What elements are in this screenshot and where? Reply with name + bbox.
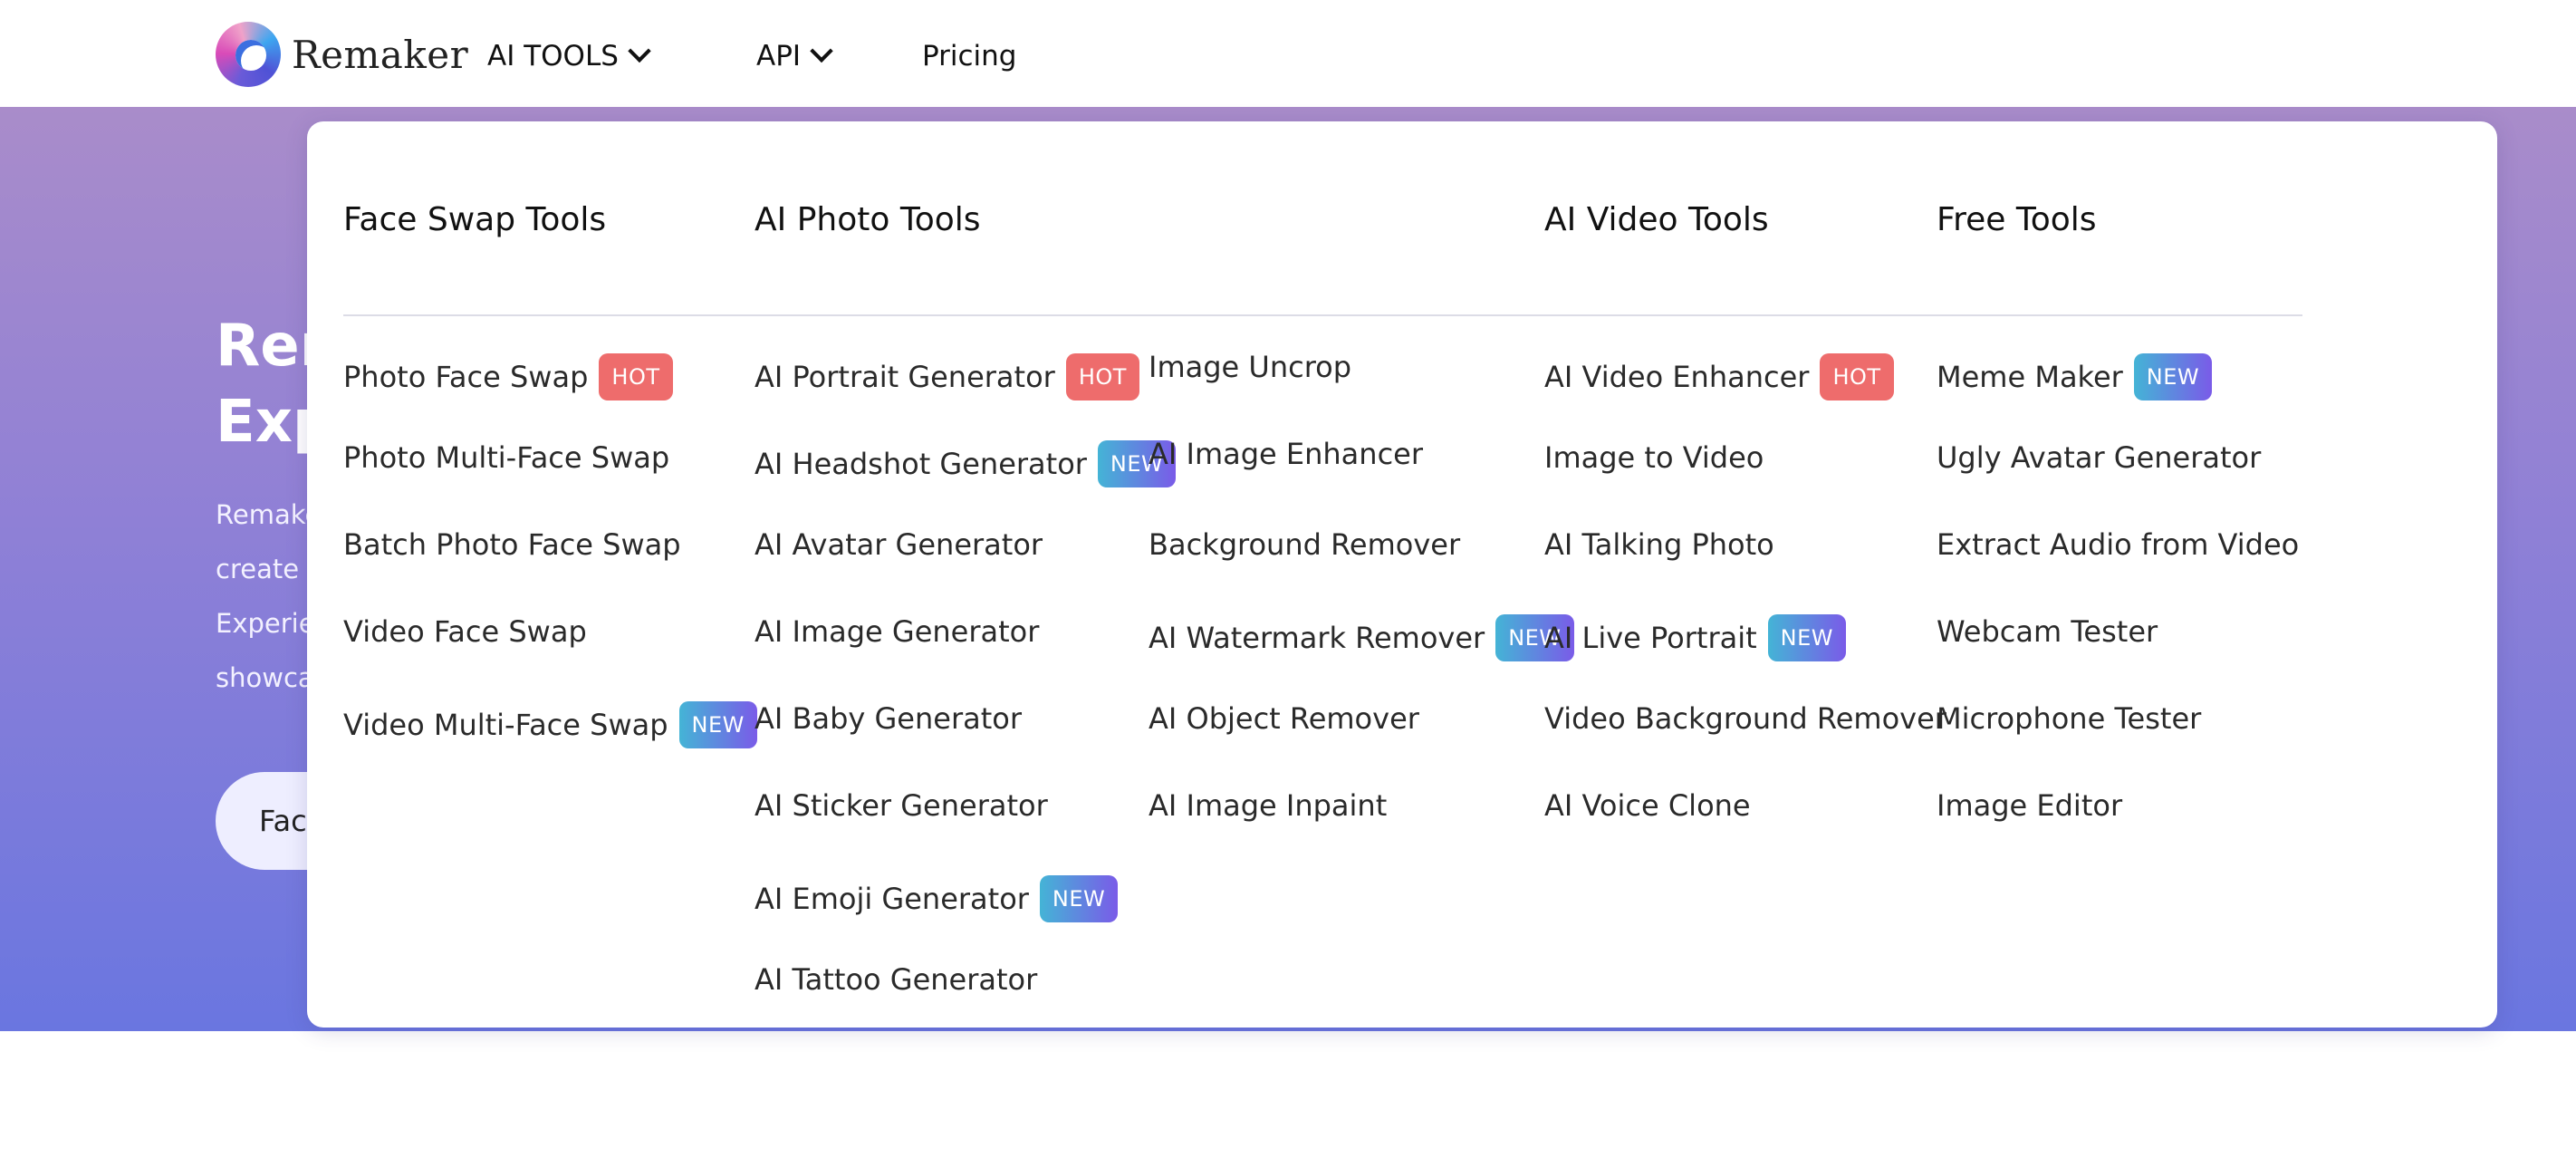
menu-item-background-remover[interactable]: Background Remover [1149,527,1460,562]
hot-badge: HOT [1820,353,1894,400]
logo[interactable]: Remaker [216,22,468,87]
menu-item-ai-image-enhancer[interactable]: AI Image Enhancer [1149,437,1423,471]
menu-item-ai-portrait-generator[interactable]: AI Portrait Generator HOT [755,353,1139,400]
ai-tools-dropdown-panel: Face Swap Tools AI Photo Tools AI Video … [307,121,2497,1028]
logo-text: Remaker [292,32,469,77]
remaker-logo-icon [216,22,281,87]
menu-item-image-editor[interactable]: Image Editor [1937,788,2122,823]
menu-item-photo-face-swap[interactable]: Photo Face Swap HOT [343,353,673,400]
menu-item-video-background-remover[interactable]: Video Background Remover [1544,701,1946,736]
menu-item-ai-image-generator[interactable]: AI Image Generator [755,614,1039,649]
ai-photo-tools-heading: AI Photo Tools [755,201,981,238]
nav-pricing[interactable]: Pricing [922,40,1017,72]
new-badge: NEW [1767,614,1847,661]
nav-api[interactable]: API [756,39,833,72]
menu-item-ai-headshot-generator[interactable]: AI Headshot Generator NEW [755,440,1177,487]
page-body-area [0,1031,2576,1158]
menu-item-batch-photo-face-swap[interactable]: Batch Photo Face Swap [343,527,681,562]
menu-item-ai-watermark-remover[interactable]: AI Watermark Remover NEW [1149,614,1574,661]
menu-item-video-face-swap[interactable]: Video Face Swap [343,614,587,649]
face-swap-tools-heading: Face Swap Tools [343,201,607,238]
nav-ai-tools[interactable]: AI TOOLS [487,39,651,72]
menu-item-microphone-tester[interactable]: Microphone Tester [1937,701,2201,736]
menu-item-extract-audio-from-video[interactable]: Extract Audio from Video [1937,527,2299,562]
new-badge: NEW [2133,353,2213,400]
menu-item-ai-object-remover[interactable]: AI Object Remover [1149,701,1419,736]
new-badge: NEW [678,701,757,748]
menu-item-ai-tattoo-generator[interactable]: AI Tattoo Generator [755,962,1037,997]
free-tools-heading: Free Tools [1937,201,2097,238]
menu-item-ai-live-portrait[interactable]: AI Live Portrait NEW [1544,614,1847,661]
menu-item-video-multi-face-swap[interactable]: Video Multi-Face Swap NEW [343,701,757,748]
menu-item-image-uncrop[interactable]: Image Uncrop [1149,350,1351,384]
chevron-down-icon [810,39,833,63]
new-badge: NEW [1039,875,1119,922]
ai-video-tools-heading: AI Video Tools [1544,201,1769,238]
chevron-down-icon [628,39,651,63]
menu-item-ai-talking-photo[interactable]: AI Talking Photo [1544,527,1774,562]
menu-item-webcam-tester[interactable]: Webcam Tester [1937,614,2158,649]
menu-item-ai-avatar-generator[interactable]: AI Avatar Generator [755,527,1043,562]
menu-item-ai-sticker-generator[interactable]: AI Sticker Generator [755,788,1048,823]
nav-pricing-label: Pricing [922,40,1017,72]
menu-divider [343,314,2302,316]
nav-ai-tools-label: AI TOOLS [487,40,619,72]
menu-item-ai-video-enhancer[interactable]: AI Video Enhancer HOT [1544,353,1894,400]
site-header: Remaker AI TOOLS API Pricing [0,0,2576,107]
nav-api-label: API [756,40,802,72]
menu-item-meme-maker[interactable]: Meme Maker NEW [1937,353,2213,400]
menu-item-photo-multi-face-swap[interactable]: Photo Multi-Face Swap [343,440,669,475]
menu-item-ugly-avatar-generator[interactable]: Ugly Avatar Generator [1937,440,2261,475]
menu-item-image-to-video[interactable]: Image to Video [1544,440,1764,475]
hot-badge: HOT [1065,353,1139,400]
menu-item-ai-baby-generator[interactable]: AI Baby Generator [755,701,1022,736]
menu-item-ai-image-inpaint[interactable]: AI Image Inpaint [1149,788,1387,823]
menu-item-ai-voice-clone[interactable]: AI Voice Clone [1544,788,1751,823]
hot-badge: HOT [599,353,673,400]
menu-item-ai-emoji-generator[interactable]: AI Emoji Generator NEW [755,875,1119,922]
